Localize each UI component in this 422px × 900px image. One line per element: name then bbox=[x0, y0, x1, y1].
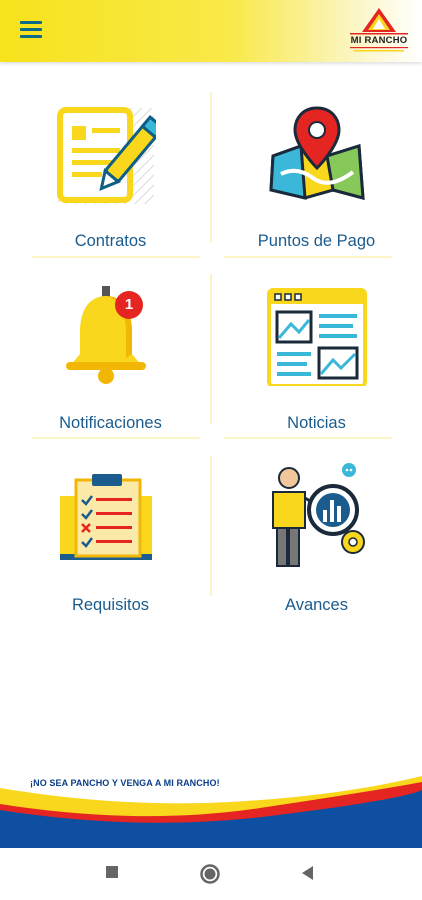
triangle-back-icon[interactable] bbox=[300, 865, 314, 881]
menu-item-label: Requisitos bbox=[71, 596, 150, 614]
house-roof-icon bbox=[350, 8, 408, 52]
menu-item-puntos-de-pago[interactable]: Puntos de Pago bbox=[211, 72, 422, 252]
map-pin-icon bbox=[269, 106, 365, 200]
footer-banner: ¡NO SEA PANCHO Y VENGA A MI RANCHO! bbox=[0, 768, 422, 848]
system-navbar bbox=[0, 848, 422, 900]
menu-item-label: Avances bbox=[285, 596, 348, 614]
notification-count: 1 bbox=[124, 296, 134, 313]
mi-rancho-logo: MI RANCHO bbox=[344, 6, 414, 56]
menu-item-label: Contratos bbox=[74, 232, 147, 250]
menu-item-notificaciones[interactable]: 1 Notificaciones bbox=[0, 254, 211, 434]
menu-grid: Contratos Puntos de Pago 1 Notificacione… bbox=[0, 62, 422, 622]
clipboard-checklist-icon bbox=[60, 474, 152, 560]
logo-text: MI RANCHO bbox=[350, 35, 408, 46]
menu-item-avances[interactable]: Avances bbox=[211, 436, 422, 616]
menu-item-noticias[interactable]: Noticias bbox=[211, 254, 422, 434]
square-recents-icon[interactable] bbox=[105, 865, 119, 879]
news-icon bbox=[267, 288, 367, 386]
hamburger-menu-icon[interactable] bbox=[20, 21, 42, 39]
footer-slogan: ¡NO SEA PANCHO Y VENGA A MI RANCHO! bbox=[30, 778, 220, 788]
menu-item-contratos[interactable]: Contratos bbox=[0, 72, 211, 252]
menu-item-label: Noticias bbox=[287, 414, 346, 432]
menu-item-requisitos[interactable]: Requisitos bbox=[0, 436, 211, 616]
app-header: MI RANCHO bbox=[0, 0, 422, 62]
menu-item-label: Notificaciones bbox=[59, 414, 162, 432]
contract-pen-icon bbox=[57, 107, 156, 204]
menu-item-label: Puntos de Pago bbox=[257, 232, 376, 250]
circle-home-icon[interactable] bbox=[199, 863, 221, 885]
analytics-person-icon bbox=[272, 463, 365, 567]
